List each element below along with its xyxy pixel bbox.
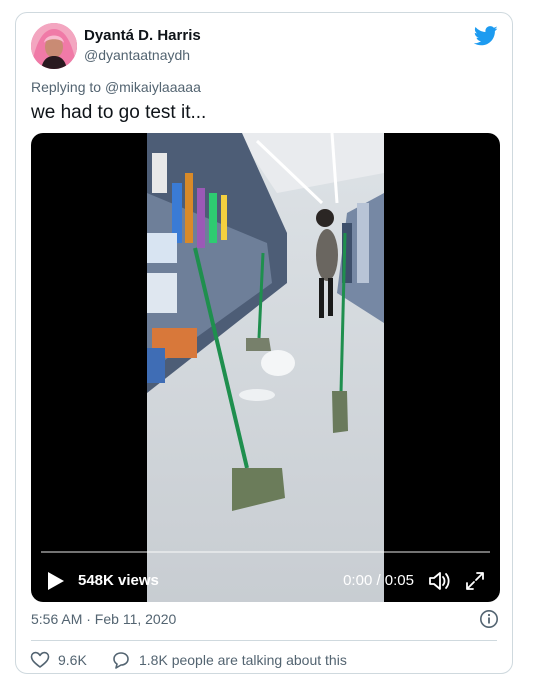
video-progress-bar[interactable] — [41, 551, 490, 553]
twitter-bird-icon[interactable] — [474, 25, 498, 47]
reply-prefix: Replying to — [31, 79, 102, 95]
user-handle[interactable]: @dyantaatnaydh — [84, 47, 190, 63]
divider — [31, 640, 497, 641]
view-count: 548K views — [78, 572, 159, 589]
reply-context: Replying to @mikaiylaaaaa — [31, 79, 201, 95]
video-player[interactable]: 548K views 0:00 / 0:05 — [31, 133, 500, 602]
conversation-text: 1.8K people are talking about this — [139, 652, 347, 668]
speech-bubble-icon — [113, 652, 129, 669]
display-name[interactable]: Dyantá D. Harris — [84, 27, 201, 44]
play-icon[interactable] — [47, 571, 65, 591]
volume-icon[interactable] — [428, 570, 450, 592]
tweet-timestamp[interactable]: 5:56 AM · Feb 11, 2020 — [31, 611, 176, 627]
avatar[interactable] — [31, 23, 77, 69]
heart-icon — [30, 651, 50, 668]
like-button[interactable]: 9.6K — [30, 650, 87, 670]
fullscreen-icon[interactable] — [464, 570, 486, 592]
info-icon[interactable] — [479, 609, 499, 629]
video-time: 0:00 / 0:05 — [343, 572, 414, 589]
tweet-text: we had to go test it... — [31, 102, 207, 123]
tweet-card: Dyantá D. Harris @dyantaatnaydh Replying… — [15, 12, 513, 674]
reply-to-link[interactable]: @mikaiylaaaaa — [105, 79, 201, 95]
video-frame[interactable] — [147, 133, 384, 602]
conversation-link[interactable]: 1.8K people are talking about this — [111, 650, 347, 670]
like-count: 9.6K — [58, 652, 87, 668]
